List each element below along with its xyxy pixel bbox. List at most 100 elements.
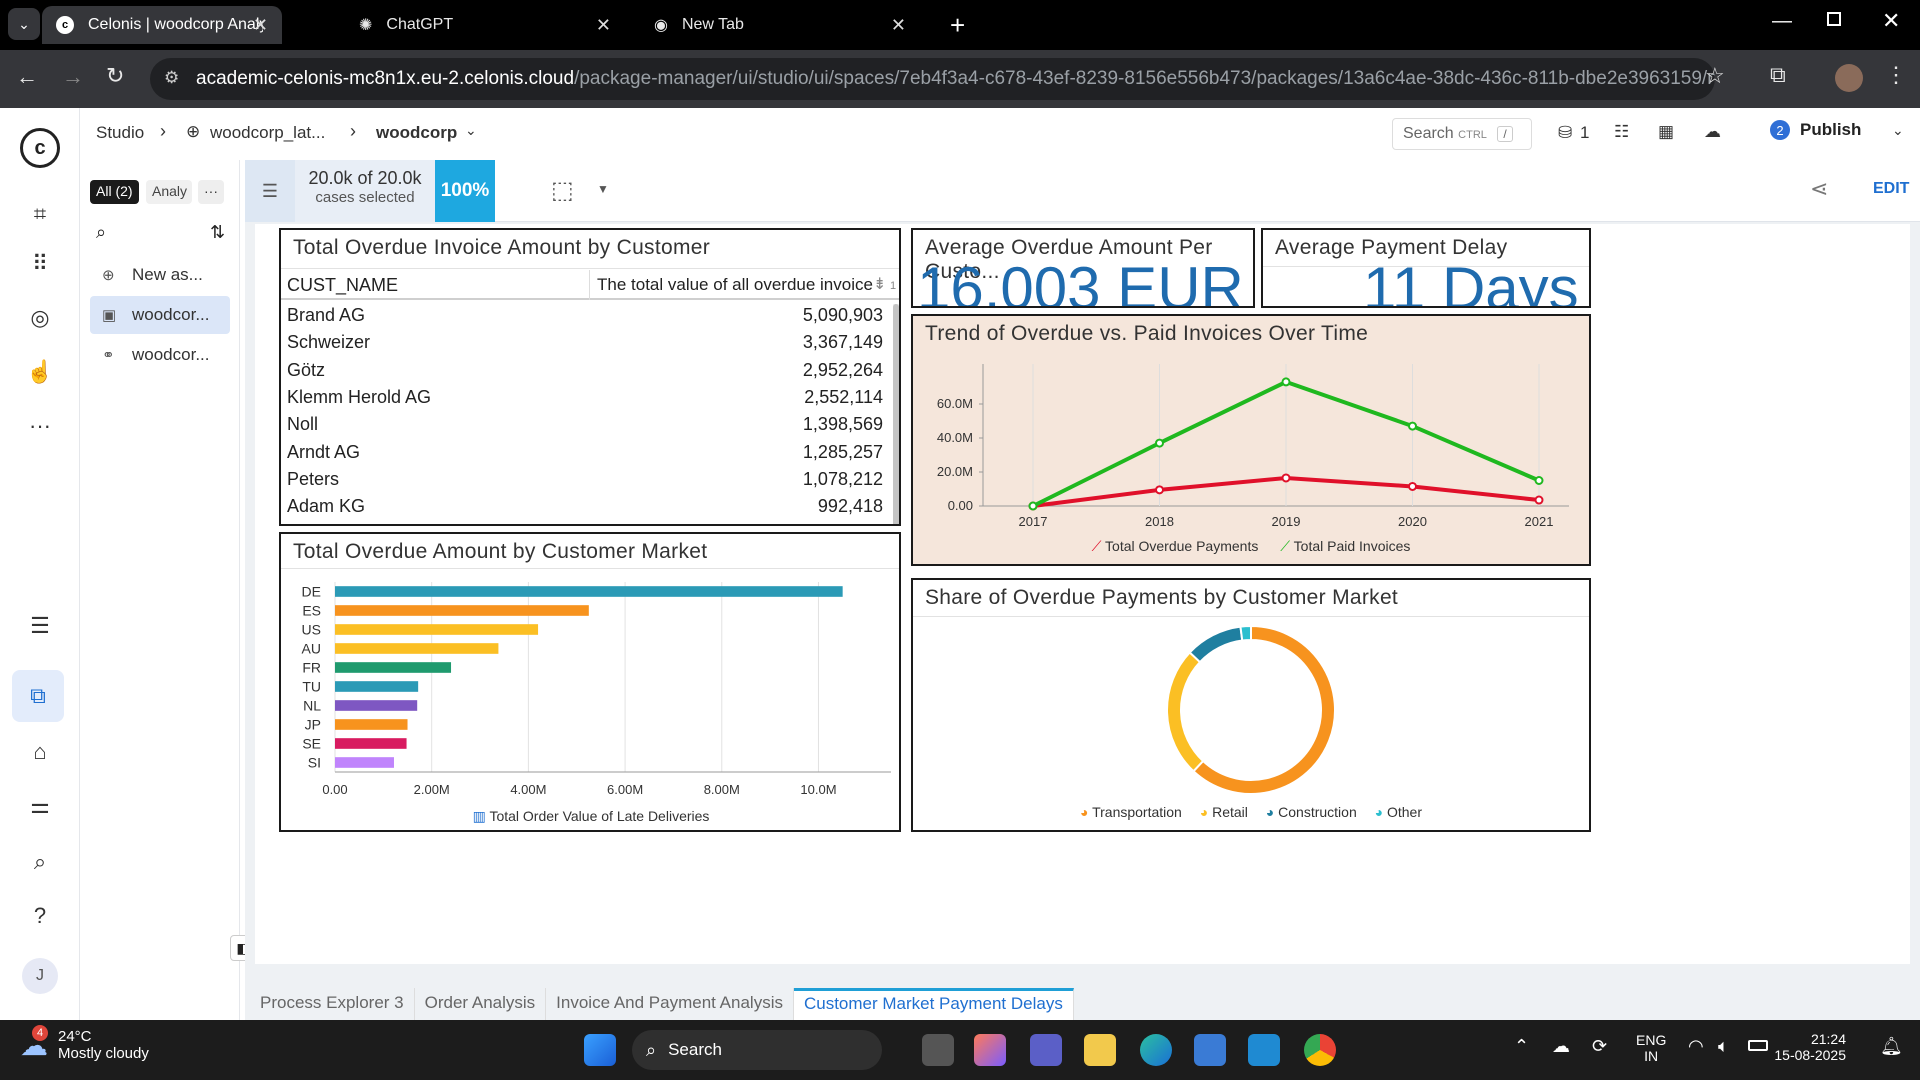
close-window-icon[interactable]: ✕ [1882, 8, 1900, 34]
search-icon[interactable]: ⌕ [96, 222, 106, 243]
marketplace-icon[interactable]: ⌂ [22, 734, 58, 770]
filter-chip-analysis[interactable]: Analy [146, 180, 192, 204]
settings-sliders-icon[interactable]: ⚌ [22, 788, 58, 824]
legend-item-other[interactable]: ◕ Other [1375, 804, 1422, 820]
sync-icon[interactable]: ⟳ [1592, 1036, 1607, 1057]
breadcrumb-studio[interactable]: Studio [96, 123, 144, 143]
breadcrumb-space[interactable]: woodcorp_lat... [210, 123, 325, 143]
browser-tab-celonis[interactable]: c Celonis | woodcorp Analysis | w ✕ [42, 6, 282, 44]
clock[interactable]: 21:24 15-08-2025 [1774, 1031, 1846, 1063]
table-row[interactable]: Peters 1,078,212 [281, 466, 889, 493]
breadcrumb-package[interactable]: woodcorp [376, 123, 457, 143]
back-icon[interactable]: ← [16, 64, 38, 90]
chevron-up-icon[interactable]: ⌃ [1514, 1036, 1529, 1057]
chrome-taskbar-icon[interactable] [1304, 1034, 1336, 1066]
profile-avatar[interactable] [1835, 64, 1863, 92]
data-model-icon[interactable]: ⛁ [1558, 123, 1572, 143]
task-view-icon[interactable] [922, 1034, 954, 1066]
legend-item-late-deliveries[interactable]: ▥ Total Order Value of Late Deliveries [473, 808, 710, 824]
table-row[interactable]: Schweizer 3,367,149 [281, 329, 889, 356]
browser-menu-icon[interactable]: ⋮ [1885, 62, 1907, 88]
menu-button[interactable]: ☰ [245, 160, 295, 222]
vscode-icon[interactable] [1248, 1034, 1280, 1066]
legend-item-retail[interactable]: ◕ Retail [1200, 804, 1248, 820]
table-row[interactable]: Meyer923,815 [281, 520, 889, 525]
crop-selection-icon[interactable]: ⬚ [551, 176, 574, 205]
user-avatar[interactable]: J [22, 958, 58, 994]
copilot-icon[interactable] [974, 1034, 1006, 1066]
onedrive-icon[interactable]: ☁ [1552, 1036, 1570, 1057]
selection-summary[interactable]: 20.0k of 20.0k cases selected [295, 160, 435, 222]
calendar-icon[interactable]: ▦ [1658, 122, 1674, 142]
checklist-icon[interactable]: ☷ [1614, 122, 1629, 142]
url-field[interactable]: ⚙ academic-celonis-mc8n1x.eu-2.celonis.c… [150, 58, 1715, 100]
search-icon[interactable]: ⌕ [22, 844, 58, 880]
cloud-settings-icon[interactable]: ☁ [1704, 122, 1721, 142]
filter-more-chip[interactable]: ··· [198, 180, 224, 204]
compass-icon[interactable]: ◎ [22, 300, 58, 336]
touch-icon[interactable]: ☝ [22, 354, 58, 390]
table-row[interactable]: Adam KG 992,418 [281, 493, 889, 520]
legend-item-paid[interactable]: ⟋ Total Paid Invoices [1280, 538, 1410, 554]
forward-icon[interactable]: → [62, 64, 84, 90]
teams-icon[interactable] [1030, 1034, 1062, 1066]
taskbar-search[interactable]: ⌕ Search [632, 1030, 882, 1070]
column-header-cust-name[interactable]: CUST_NAME [287, 275, 398, 296]
reload-icon[interactable]: ↻ [106, 63, 124, 89]
bookmark-star-icon[interactable]: ☆ [1705, 63, 1725, 89]
notification-bell-icon[interactable]: 🔔︎ [1880, 1036, 1903, 1057]
table-row[interactable]: Klemm Herold AG 2,552,114 [281, 384, 889, 411]
table-scrollbar[interactable] [893, 304, 899, 524]
process-map-icon[interactable]: ⌗ [22, 196, 58, 232]
chevron-down-icon[interactable]: ▼ [597, 182, 609, 196]
browser-tab-chatgpt[interactable]: ✺ ChatGPT ✕ [345, 6, 625, 44]
windows-start-icon[interactable] [584, 1034, 616, 1066]
close-icon[interactable]: ✕ [596, 15, 611, 36]
new-tab-button[interactable]: + [950, 10, 965, 41]
apps-grid-icon[interactable]: ⠿ [22, 246, 58, 282]
list-icon[interactable]: ☰ [22, 608, 58, 644]
sort-icon[interactable]: ⇅ [210, 222, 225, 243]
table-row[interactable]: Götz 2,952,264 [281, 357, 889, 384]
asset-item-analysis[interactable]: ▣ woodcor... [90, 296, 230, 334]
site-info-icon[interactable]: ⚙ [164, 68, 179, 88]
filter-chip-all[interactable]: All (2) [90, 180, 139, 204]
restore-icon[interactable] [1827, 12, 1841, 26]
column-header-overdue-value[interactable]: The total value of all overdue invoices … [597, 275, 873, 295]
legend-item-transportation[interactable]: ◕ Transportation [1080, 804, 1182, 820]
store-icon[interactable] [1194, 1034, 1226, 1066]
new-asset-button[interactable]: ⊕ New as... [90, 256, 230, 294]
studio-icon[interactable]: ⧉ [12, 670, 64, 722]
celonis-logo[interactable]: c [20, 128, 60, 168]
search-button[interactable]: Search CTRL / [1392, 118, 1532, 150]
help-icon[interactable]: ? [22, 898, 58, 934]
minimize-icon[interactable]: — [1772, 10, 1792, 33]
volume-icon[interactable]: 🔈︎ [1718, 1036, 1729, 1057]
close-icon[interactable]: ✕ [253, 15, 268, 36]
weather-widget[interactable]: ☁ 4 24°C Mostly cloudy [20, 1024, 149, 1062]
share-icon[interactable]: ⋖ [1810, 176, 1828, 202]
table-row[interactable]: Noll 1,398,569 [281, 411, 889, 438]
legend-item-overdue[interactable]: ⟋ Total Overdue Payments [1092, 538, 1259, 554]
close-icon[interactable]: ✕ [891, 15, 906, 36]
language-indicator[interactable]: ENG IN [1636, 1032, 1666, 1064]
battery-icon[interactable] [1748, 1040, 1768, 1051]
tab-customer-market-payment-delays[interactable]: Customer Market Payment Delays [793, 988, 1074, 1020]
file-explorer-icon[interactable] [1084, 1034, 1116, 1066]
asset-item-knowledge-model[interactable]: ⚭ woodcor... [90, 336, 230, 374]
sort-desc-icon[interactable]: ⇟ [873, 274, 886, 294]
edit-button[interactable]: EDIT [1873, 180, 1909, 198]
legend-item-construction[interactable]: ◕ Construction [1266, 804, 1357, 820]
tab-list-button[interactable]: ⌄ [8, 8, 40, 40]
tab-invoice-payment-analysis[interactable]: Invoice And Payment Analysis [546, 988, 794, 1020]
tab-process-explorer[interactable]: Process Explorer 3 [250, 988, 415, 1020]
table-row[interactable]: Brand AG 5,090,903 [281, 302, 889, 329]
wifi-icon[interactable]: ◠ [1688, 1036, 1704, 1057]
browser-tab-newtab[interactable]: ◉ New Tab ✕ [640, 6, 920, 44]
publish-button[interactable]: 2 Publish [1770, 120, 1861, 140]
chevron-down-icon[interactable]: ⌄ [465, 122, 477, 139]
table-row[interactable]: Arndt AG 1,285,257 [281, 438, 889, 465]
chevron-down-icon[interactable]: ⌄ [1892, 122, 1904, 139]
more-icon[interactable]: ··· [22, 408, 58, 444]
extensions-icon[interactable]: ⧉ [1770, 62, 1786, 88]
